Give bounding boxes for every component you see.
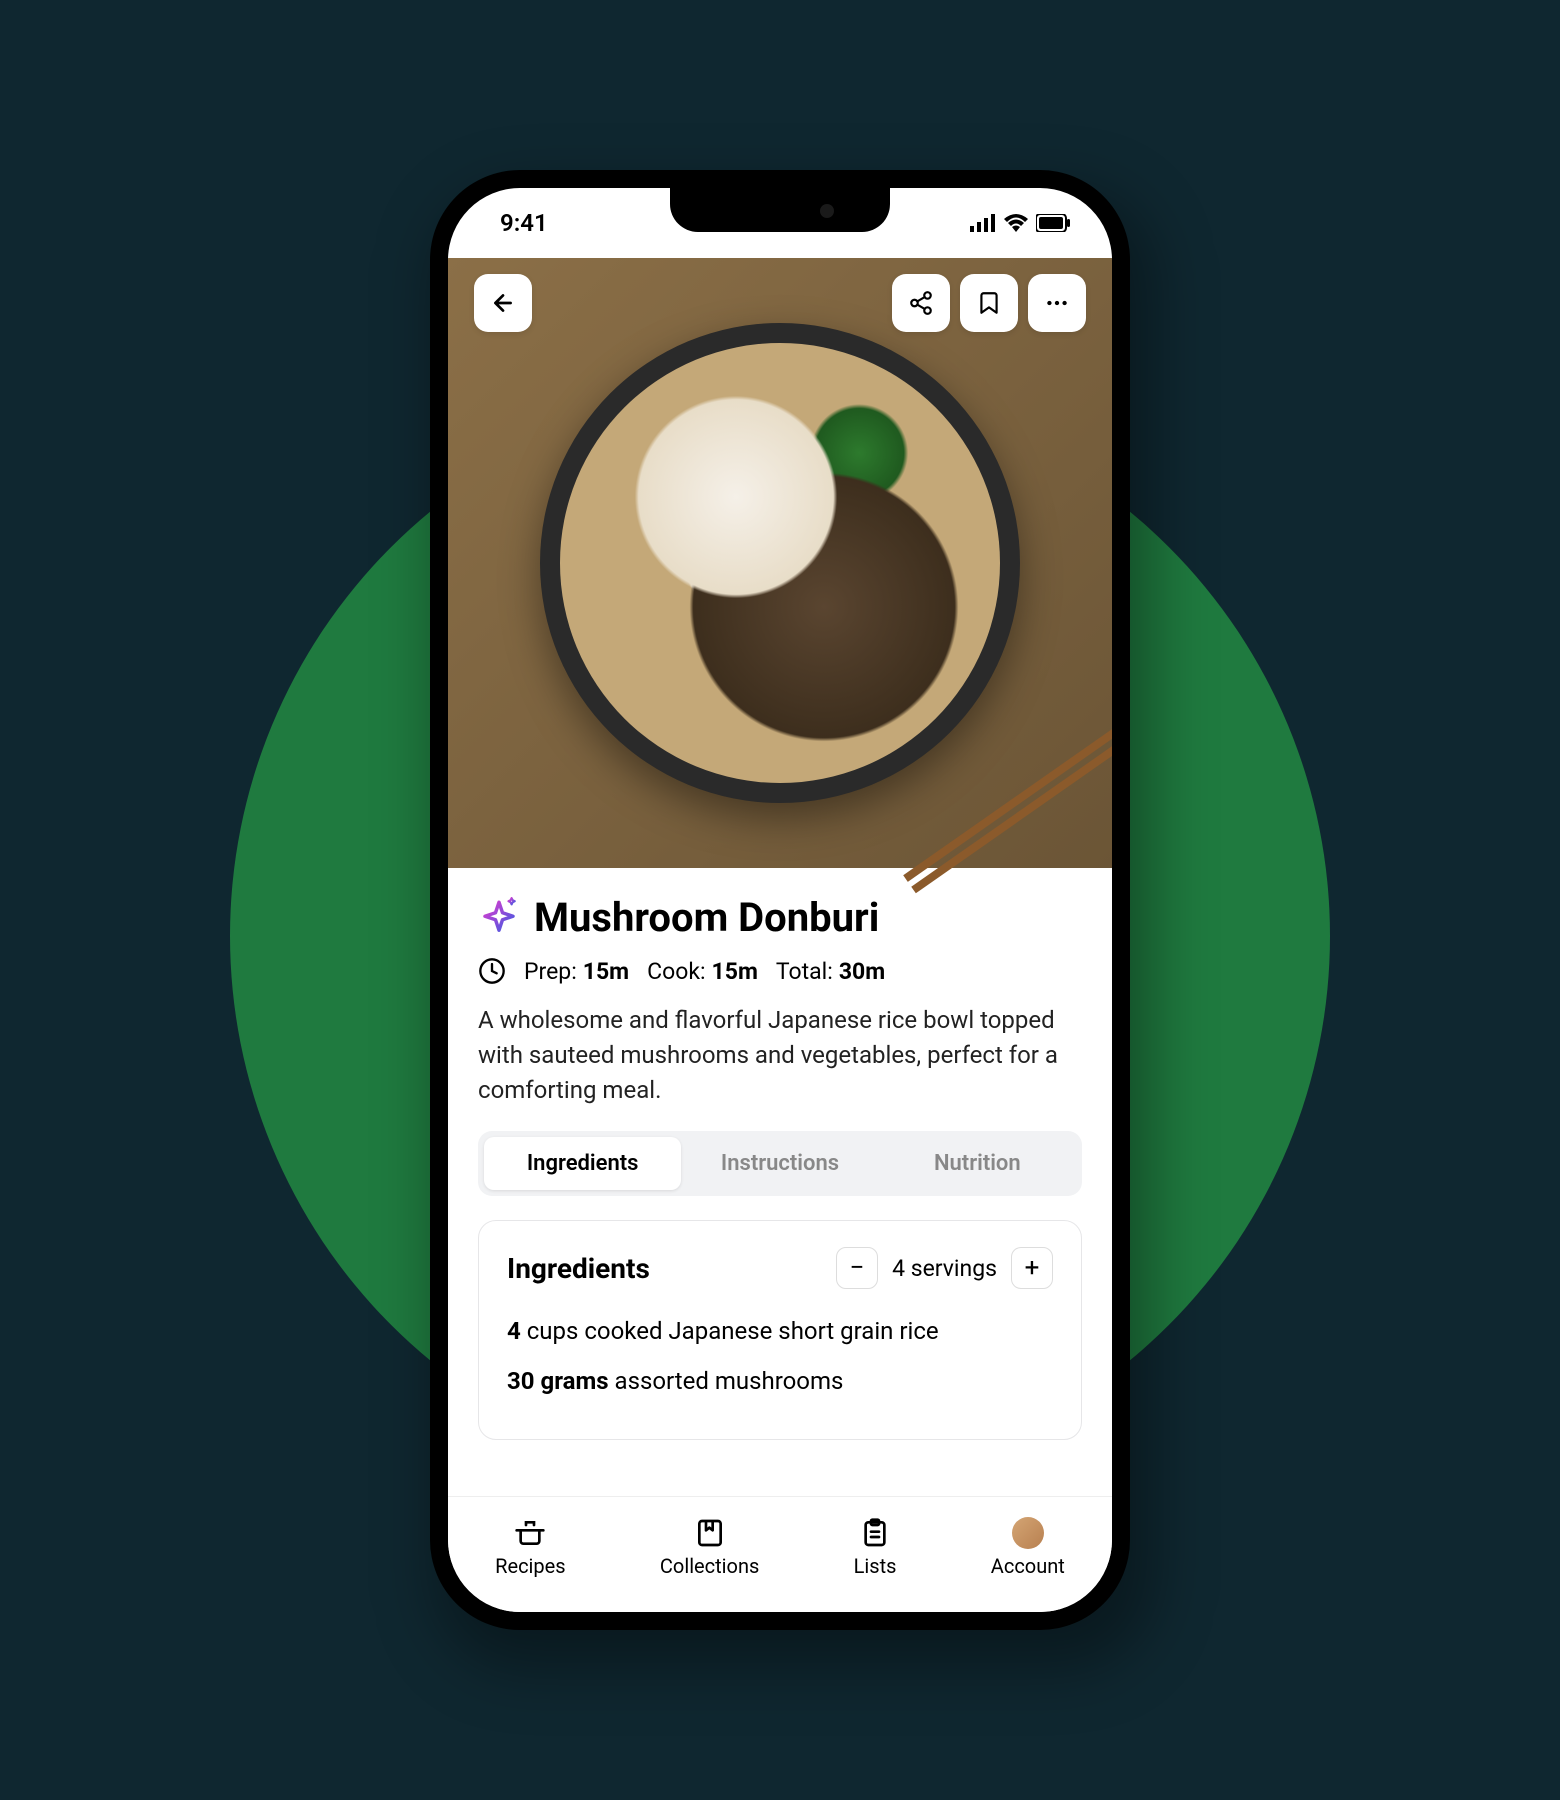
recipe-description: A wholesome and flavorful Japanese rice … bbox=[478, 1003, 1082, 1107]
wifi-icon bbox=[1004, 214, 1028, 232]
arrow-left-icon bbox=[490, 290, 516, 316]
nav-lists[interactable]: Lists bbox=[854, 1516, 897, 1578]
clipboard-icon bbox=[859, 1517, 891, 1549]
tab-bar: Ingredients Instructions Nutrition bbox=[478, 1131, 1082, 1196]
cellular-icon bbox=[970, 214, 996, 232]
ingredients-heading: Ingredients bbox=[507, 1252, 650, 1285]
status-icons bbox=[970, 214, 1070, 232]
tab-ingredients[interactable]: Ingredients bbox=[484, 1137, 681, 1190]
servings-decrease-button[interactable]: − bbox=[836, 1247, 878, 1289]
back-button[interactable] bbox=[474, 274, 532, 332]
recipe-times: Prep: 15m Cook: 15m Total: 30m bbox=[478, 957, 1082, 985]
phone-frame: 9:41 bbox=[430, 170, 1130, 1630]
servings-count: 4 servings bbox=[892, 1255, 997, 1282]
more-horizontal-icon bbox=[1044, 290, 1070, 316]
avatar bbox=[1012, 1517, 1044, 1549]
share-icon bbox=[908, 290, 934, 316]
tab-nutrition[interactable]: Nutrition bbox=[879, 1137, 1076, 1190]
tab-instructions[interactable]: Instructions bbox=[681, 1137, 878, 1190]
battery-icon bbox=[1036, 214, 1070, 232]
bottom-nav: Recipes Collections Lists Account bbox=[448, 1496, 1112, 1612]
sparkle-icon bbox=[478, 897, 520, 939]
bookmark-button[interactable] bbox=[960, 274, 1018, 332]
share-button[interactable] bbox=[892, 274, 950, 332]
ingredients-card: Ingredients − 4 servings + 4 cups cooked… bbox=[478, 1220, 1082, 1440]
servings-increase-button[interactable]: + bbox=[1011, 1247, 1053, 1289]
nav-recipes[interactable]: Recipes bbox=[495, 1516, 565, 1578]
recipe-hero-image bbox=[448, 258, 1112, 868]
recipe-title: Mushroom Donburi bbox=[534, 894, 879, 941]
status-time: 9:41 bbox=[500, 209, 548, 237]
clock-icon bbox=[478, 957, 506, 985]
ingredient-item: 4 cups cooked Japanese short grain rice bbox=[507, 1313, 1053, 1349]
bookmark-icon bbox=[976, 290, 1002, 316]
bookmark-collection-icon bbox=[694, 1517, 726, 1549]
ingredient-item: 30 grams assorted mushrooms bbox=[507, 1363, 1053, 1399]
nav-account[interactable]: Account bbox=[991, 1516, 1065, 1578]
more-button[interactable] bbox=[1028, 274, 1086, 332]
pot-icon bbox=[514, 1517, 546, 1549]
nav-collections[interactable]: Collections bbox=[660, 1516, 759, 1578]
